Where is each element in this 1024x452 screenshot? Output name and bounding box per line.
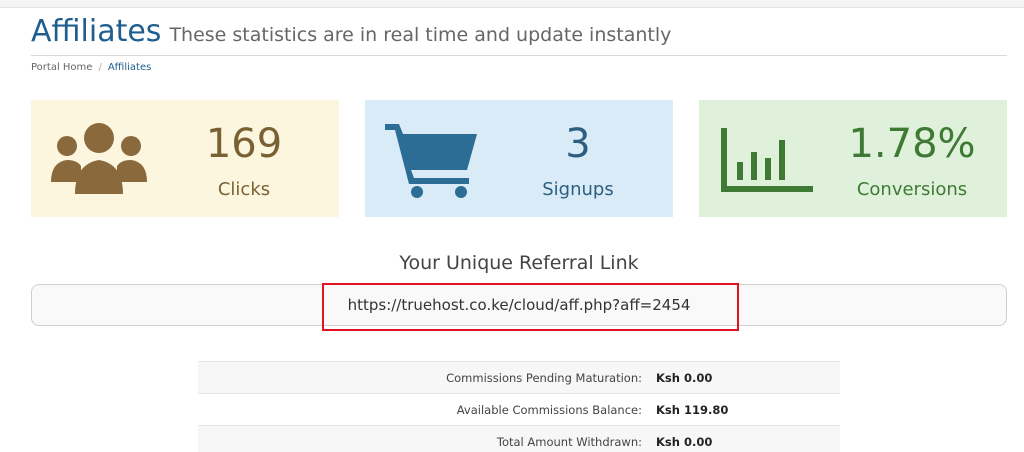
- conversions-value: 1.78%: [848, 121, 976, 167]
- conversions-stat-panel: 1.78% Conversions: [699, 100, 1007, 217]
- referral-link-heading: Your Unique Referral Link: [399, 252, 639, 274]
- commissions-row: Total Amount Withdrawn: Ksh 0.00: [198, 425, 840, 452]
- commissions-row: Available Commissions Balance: Ksh 119.8…: [198, 393, 840, 425]
- breadcrumb-current: Affiliates: [107, 62, 152, 73]
- clicks-stat-panel: 169 Clicks: [31, 100, 339, 217]
- breadcrumb-home-link[interactable]: Portal Home: [31, 62, 92, 73]
- breadcrumb-separator: /: [98, 62, 102, 73]
- signups-value: 3: [565, 121, 591, 167]
- commissions-row: Commissions Pending Maturation: Ksh 0.00: [198, 361, 840, 393]
- page-header: Affiliates These statistics are in real …: [31, 14, 1007, 56]
- top-border: [0, 0, 1024, 8]
- conversions-label: Conversions: [856, 179, 968, 200]
- commissions-table: Commissions Pending Maturation: Ksh 0.00…: [198, 361, 840, 452]
- shopping-cart-icon: [385, 124, 477, 198]
- commissions-pending-label: Commissions Pending Maturation:: [446, 370, 642, 385]
- bar-chart-icon: [721, 128, 813, 192]
- users-icon: [51, 123, 147, 194]
- clicks-label: Clicks: [217, 179, 271, 200]
- breadcrumb: Portal Home / Affiliates: [31, 62, 151, 73]
- referral-link-highlight: [322, 283, 739, 331]
- page-title: Affiliates: [31, 14, 162, 49]
- available-balance-label: Available Commissions Balance:: [456, 402, 642, 417]
- page-subtitle: These statistics are in real time and up…: [169, 24, 672, 46]
- commissions-pending-value: Ksh 0.00: [656, 370, 713, 385]
- signups-stat-panel: 3 Signups: [365, 100, 673, 217]
- available-balance-value: Ksh 119.80: [656, 402, 729, 417]
- signups-label: Signups: [542, 179, 614, 200]
- clicks-value: 169: [205, 121, 283, 167]
- total-withdrawn-value: Ksh 0.00: [656, 434, 713, 449]
- total-withdrawn-label: Total Amount Withdrawn:: [496, 434, 642, 449]
